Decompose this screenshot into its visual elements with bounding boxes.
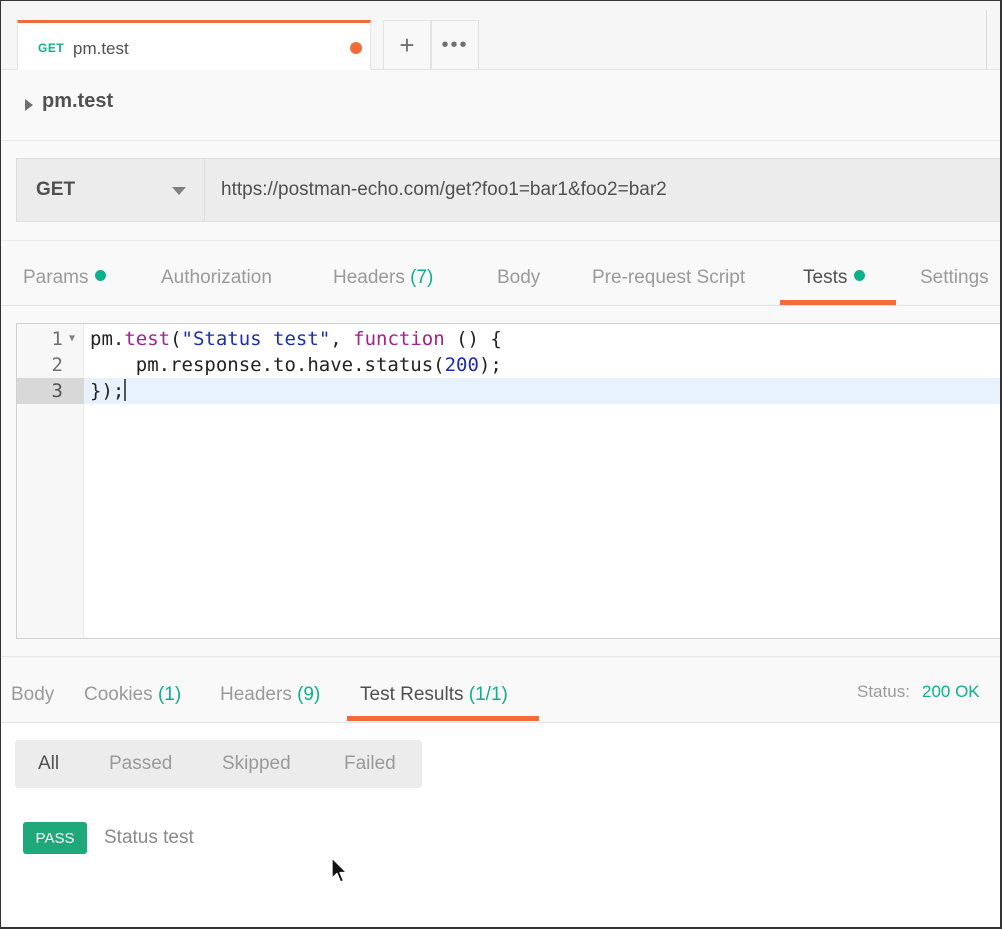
test-result-name: Status test [104, 827, 194, 848]
code-line[interactable]: 2 pm.response.to.have.status(200); [17, 352, 1002, 378]
tab-settings[interactable]: Settings [920, 267, 989, 289]
tab-params-label: Params [23, 267, 89, 288]
filter-all-button[interactable]: All [38, 753, 59, 775]
tab-headers-count: (7) [410, 267, 434, 288]
status-label: Status: [857, 682, 910, 701]
method-select[interactable]: GET [16, 158, 205, 222]
request-title[interactable]: pm.test [42, 90, 113, 113]
line-number: 2 [51, 354, 63, 376]
code-text: pm.test("Status test", function () { [90, 328, 502, 350]
response-tab-body-label: Body [11, 684, 55, 705]
tab-body[interactable]: Body [497, 267, 540, 289]
tab-tests[interactable]: Tests [803, 267, 866, 289]
response-tab-cookies[interactable]: Cookies (1) [84, 684, 181, 706]
response-tab-body[interactable]: Body [11, 684, 54, 706]
tab-headers[interactable]: Headers (7) [333, 267, 433, 289]
url-input[interactable] [205, 158, 1002, 222]
code-line-active[interactable]: 3 }); [17, 378, 1002, 404]
status-value[interactable]: 200 OK [922, 682, 980, 702]
unsaved-changes-dot [350, 42, 362, 54]
code-text: }); [90, 379, 127, 402]
pass-badge: PASS [23, 822, 87, 854]
code-editor[interactable]: 1 ▼ pm.test("Status test", function () {… [16, 323, 1002, 639]
tests-editor-area: 1 ▼ pm.test("Status test", function () {… [1, 306, 1002, 656]
fold-arrow-icon[interactable]: ▼ [69, 326, 75, 352]
mouse-pointer-icon [331, 857, 348, 883]
text-cursor [124, 379, 127, 401]
request-tab-name: pm.test [73, 39, 129, 58]
active-tab-underline [780, 300, 896, 305]
url-bar: GET [1, 141, 1002, 240]
new-tab-button[interactable]: + [383, 20, 431, 70]
tab-divider [986, 10, 987, 70]
tab-tests-label: Tests [803, 267, 848, 288]
expand-caret-icon[interactable] [25, 99, 33, 111]
params-indicator-dot [95, 270, 107, 281]
request-tab-method: GET [38, 41, 65, 55]
line-number: 3 [17, 378, 84, 404]
request-tab[interactable]: GET pm.test [17, 20, 371, 71]
chevron-down-icon [172, 187, 186, 195]
response-tab-cookies-label: Cookies [84, 684, 153, 705]
response-tab-headers[interactable]: Headers (9) [220, 684, 320, 706]
tab-bar: GET pm.test + ••• [1, 1, 1000, 71]
line-number: 1 [51, 328, 63, 350]
response-tabs: Body Cookies (1) Headers (9) Test Result… [1, 656, 1000, 723]
response-tab-test-results-label: Test Results [360, 684, 464, 705]
tab-authorization-label: Authorization [161, 267, 272, 288]
tab-prerequest-label: Pre-request Script [592, 267, 746, 288]
tab-body-label: Body [497, 267, 541, 288]
code-text: pm.response.to.have.status(200); [90, 354, 502, 376]
more-tabs-button[interactable]: ••• [431, 20, 479, 70]
method-select-label: GET [36, 179, 76, 200]
response-tab-test-results[interactable]: Test Results (1/1) [360, 684, 508, 706]
request-tabs: Params Authorization Headers (7) Body Pr… [1, 240, 1000, 306]
response-tab-cookies-count: (1) [157, 684, 182, 705]
response-tab-headers-count: (9) [297, 684, 321, 705]
code-line[interactable]: 1 ▼ pm.test("Status test", function () { [17, 326, 1002, 352]
response-tab-test-results-count: (1/1) [468, 684, 508, 705]
more-icon: ••• [441, 33, 469, 56]
plus-icon: + [399, 29, 415, 60]
tab-headers-label: Headers [333, 267, 405, 288]
tab-settings-label: Settings [920, 267, 989, 288]
response-tab-headers-label: Headers [220, 684, 292, 705]
test-results-filter: All Passed Skipped Failed [15, 740, 422, 788]
tab-prerequest-script[interactable]: Pre-request Script [592, 267, 745, 289]
tests-indicator-dot [854, 270, 866, 281]
request-name-row: pm.test [1, 70, 1000, 141]
tab-authorization[interactable]: Authorization [161, 267, 272, 289]
tab-params[interactable]: Params [23, 267, 107, 289]
filter-passed-button[interactable]: Passed [109, 753, 172, 775]
filter-skipped-button[interactable]: Skipped [222, 753, 291, 775]
filter-failed-button[interactable]: Failed [344, 753, 396, 775]
active-response-tab-underline [347, 716, 539, 721]
